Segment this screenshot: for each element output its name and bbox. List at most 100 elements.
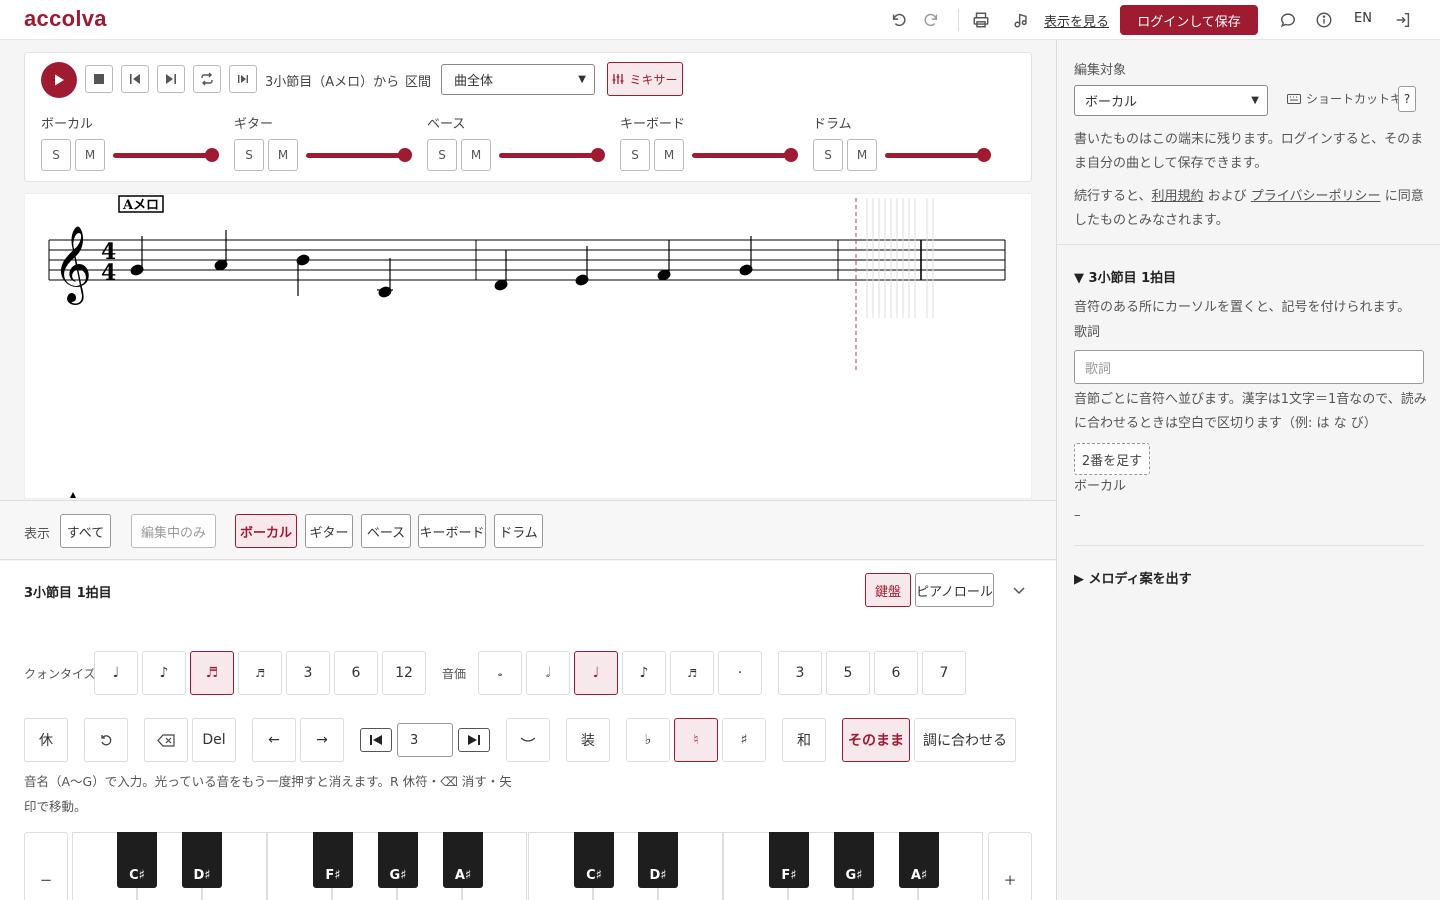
duration-half-button[interactable]: 𝅗𝅥 <box>526 651 570 695</box>
first-position-button[interactable] <box>360 728 392 752</box>
edit-target-select[interactable]: ボーカル ▼ <box>1074 85 1268 116</box>
duration-quarter-button[interactable]: ♩ <box>574 651 618 695</box>
piano-key-a-sharp-4[interactable]: A♯ <box>443 832 483 888</box>
quantize-sixteenth-button[interactable]: ♬ <box>190 651 234 695</box>
duration-tuplet-7-button[interactable]: 7 <box>922 651 966 695</box>
staff-notation[interactable]: Aメロ 𝄞 4 4 <box>25 194 1032 499</box>
position-input[interactable]: 3 <box>397 723 453 757</box>
quantize-quarter-button[interactable]: ♩ <box>94 651 138 695</box>
logo[interactable]: accolva <box>24 6 107 32</box>
info-icon[interactable] <box>1313 9 1335 31</box>
mixer-button[interactable]: ミキサー <box>607 62 683 96</box>
music-note-icon[interactable] <box>1010 9 1032 31</box>
help-button[interactable]: ? <box>1398 86 1416 112</box>
keyboard-mode-button[interactable]: 鍵盤 <box>865 573 911 607</box>
mute-button[interactable]: M <box>268 139 298 171</box>
solo-button[interactable]: S <box>620 139 650 171</box>
solo-button[interactable]: S <box>427 139 457 171</box>
piano-key-c-sharp-5[interactable]: C♯ <box>574 832 614 888</box>
delete-button[interactable]: Del <box>192 718 236 762</box>
quantize-eighth-button[interactable]: ♪ <box>142 651 186 695</box>
rest-button[interactable]: 休 <box>24 718 68 762</box>
volume-slider[interactable] <box>113 148 219 162</box>
filter-guitar-button[interactable]: ギター <box>305 514 353 548</box>
piano-key-c-sharp-4[interactable]: C♯ <box>117 832 157 888</box>
add-verse-button[interactable]: 2番を足す <box>1074 443 1150 475</box>
volume-slider[interactable] <box>885 148 991 162</box>
as-is-button[interactable]: そのまま <box>842 718 910 762</box>
filter-drums-button[interactable]: ドラム <box>494 514 543 548</box>
mute-button[interactable]: M <box>847 139 877 171</box>
piano-key-f-sharp-5[interactable]: F♯ <box>769 832 809 888</box>
ornament-button[interactable]: 装 <box>566 718 610 762</box>
position-section-toggle[interactable]: ▼ 3小節目 1拍目 <box>1074 267 1176 286</box>
octave-down-button[interactable]: − <box>24 832 68 900</box>
filter-keyboard-button[interactable]: キーボード <box>418 514 486 548</box>
piano-key-d-sharp-5[interactable]: D♯ <box>638 832 678 888</box>
backspace-button[interactable] <box>144 718 188 762</box>
reset-button[interactable] <box>84 718 128 762</box>
comment-icon[interactable] <box>1277 9 1299 31</box>
filter-vocal-button[interactable]: ボーカル <box>235 514 297 548</box>
piano-key-a-sharp-5[interactable]: A♯ <box>899 832 939 888</box>
duration-whole-button[interactable]: 𝅝 <box>478 651 522 695</box>
tie-button[interactable] <box>506 718 550 762</box>
range-select[interactable]: 曲全体 ▼ <box>441 64 595 95</box>
last-position-button[interactable] <box>458 728 490 752</box>
fit-key-button[interactable]: 調に合わせる <box>914 718 1016 762</box>
quantize-thirtysecond-button[interactable]: ♬ <box>238 651 282 695</box>
duration-sixteenth-button[interactable]: ♬ <box>670 651 714 695</box>
play-button[interactable] <box>41 62 77 98</box>
octave-up-button[interactable]: + <box>988 832 1032 900</box>
language-switch[interactable]: EN <box>1354 11 1372 26</box>
solo-button[interactable]: S <box>41 139 71 171</box>
quantize-triplet-3-button[interactable]: 3 <box>286 651 330 695</box>
jump-to-position-button[interactable] <box>229 65 257 93</box>
skip-back-button[interactable] <box>121 65 149 93</box>
filter-bass-button[interactable]: ベース <box>361 514 411 548</box>
filter-editing-only-button[interactable]: 編集中のみ <box>131 514 216 548</box>
score-view[interactable]: Aメロ 𝄞 4 4 <box>24 193 1032 499</box>
volume-slider[interactable] <box>692 148 798 162</box>
solo-button[interactable]: S <box>234 139 264 171</box>
mute-button[interactable]: M <box>654 139 684 171</box>
flat-button[interactable]: ♭ <box>626 718 670 762</box>
solo-button[interactable]: S <box>813 139 843 171</box>
mute-button[interactable]: M <box>75 139 105 171</box>
quantize-tuplet-12-button[interactable]: 12 <box>382 651 426 695</box>
pianoroll-mode-button[interactable]: ピアノロール <box>915 573 994 607</box>
piano-key-g-sharp-5[interactable]: G♯ <box>834 832 874 888</box>
lyrics-input[interactable]: 歌詞 <box>1074 350 1424 384</box>
terms-link[interactable]: 利用規約 <box>1151 189 1203 204</box>
piano-key-f-sharp-4[interactable]: F♯ <box>313 832 353 888</box>
duration-eighth-button[interactable]: ♪ <box>622 651 666 695</box>
login-save-button[interactable]: ログインして保存 <box>1120 5 1258 35</box>
piano-key-g-sharp-4[interactable]: G♯ <box>378 832 418 888</box>
duration-tuplet-6-button[interactable]: 6 <box>874 651 918 695</box>
redo-icon[interactable] <box>920 9 942 31</box>
loop-button[interactable] <box>193 65 221 93</box>
shortcut-keys-button[interactable]: ショートカットキー <box>1287 90 1414 107</box>
chevron-down-icon[interactable] <box>1010 581 1028 599</box>
skip-forward-button[interactable] <box>157 65 185 93</box>
login-icon[interactable] <box>1392 9 1414 31</box>
mute-button[interactable]: M <box>461 139 491 171</box>
move-left-button[interactable]: ← <box>252 718 296 762</box>
duration-dot-button[interactable]: · <box>718 651 762 695</box>
privacy-link[interactable]: プライバシーポリシー <box>1251 189 1381 204</box>
piano-key-d-sharp-4[interactable]: D♯ <box>182 832 222 888</box>
duration-tuplet-5-button[interactable]: 5 <box>826 651 870 695</box>
melody-suggestion-toggle[interactable]: ▶ メロディ案を出す <box>1074 568 1192 587</box>
move-right-button[interactable]: → <box>300 718 344 762</box>
duration-tuplet-3-button[interactable]: 3 <box>778 651 822 695</box>
volume-slider[interactable] <box>306 148 412 162</box>
natural-button[interactable]: ♮ <box>674 718 718 762</box>
print-icon[interactable] <box>970 9 992 31</box>
volume-slider[interactable] <box>499 148 605 162</box>
filter-all-button[interactable]: すべて <box>60 514 111 548</box>
quantize-tuplet-6-button[interactable]: 6 <box>334 651 378 695</box>
chord-button[interactable]: 和 <box>782 718 826 762</box>
undo-icon[interactable] <box>888 9 910 31</box>
sharp-button[interactable]: ♯ <box>722 718 766 762</box>
show-view-link[interactable]: 表示を見る <box>1044 11 1109 30</box>
